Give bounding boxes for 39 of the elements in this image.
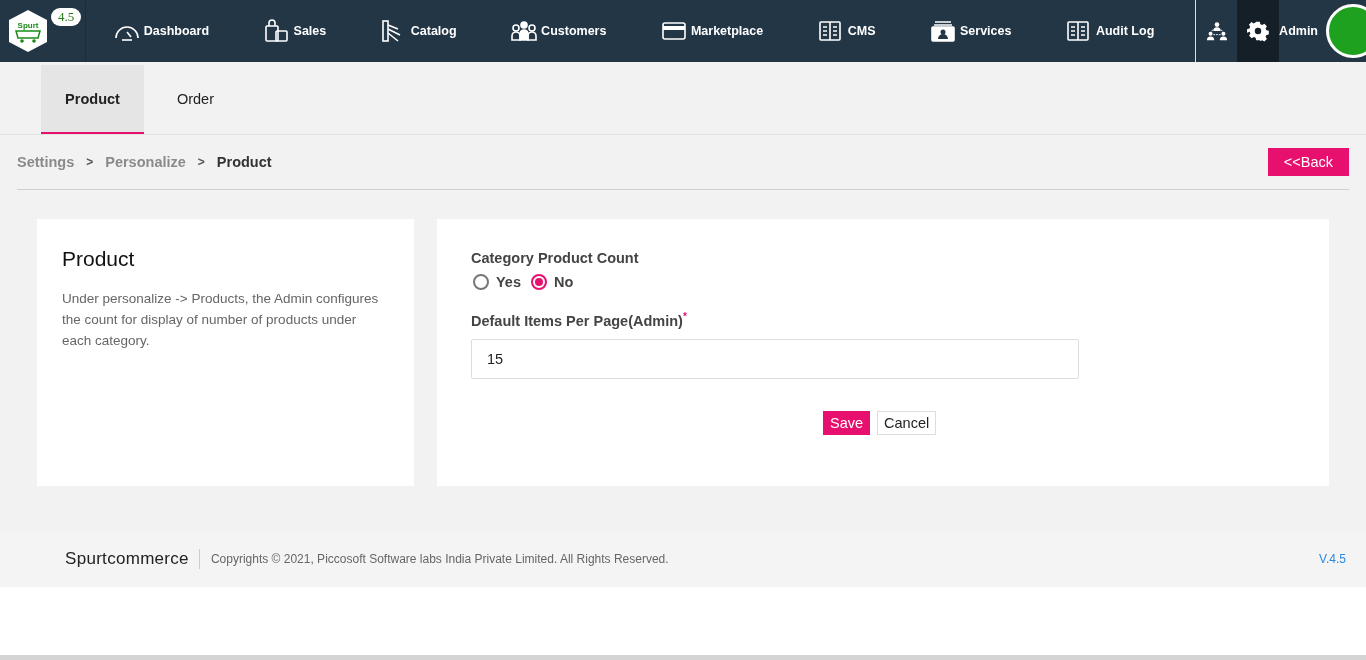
field-label: Default Items Per Page(Admin) bbox=[471, 312, 683, 329]
info-text: Under personalize -> Products, the Admin configures the count for display of number of products under each category. bbox=[62, 290, 380, 350]
save-button[interactable]: Save bbox=[823, 410, 871, 435]
horizontal-scrollbar[interactable] bbox=[0, 655, 1366, 660]
required-mark: * bbox=[682, 311, 687, 322]
tab[interactable]: Order bbox=[144, 65, 247, 134]
breadcrumb-item: Product bbox=[216, 154, 272, 170]
radio-icon[interactable] bbox=[531, 274, 547, 290]
people-icon bbox=[510, 19, 539, 43]
copyright-text: Copyrights © 2021, Piccosoft Software labs India Private Limited. All Rights Reserved. bbox=[210, 552, 669, 566]
breadcrumb-separator: > bbox=[86, 155, 94, 169]
footer-brand: Spurtcommerce bbox=[65, 549, 200, 569]
version-text: V.4.5 bbox=[1319, 552, 1346, 566]
breadcrumb-separator: > bbox=[197, 155, 205, 169]
info-title: Product bbox=[62, 247, 136, 271]
settings-button[interactable] bbox=[1237, 0, 1280, 62]
radio-option[interactable]: No bbox=[531, 274, 574, 290]
nav-link[interactable]: Dashboard bbox=[112, 19, 210, 43]
back-button[interactable]: <<Back bbox=[1267, 148, 1349, 176]
cancel-button[interactable]: Cancel bbox=[877, 410, 937, 435]
org-chart-icon bbox=[1205, 20, 1228, 42]
bag-icon bbox=[262, 19, 291, 43]
nav-link[interactable]: Customers bbox=[510, 19, 607, 43]
field-label: Category Product Count bbox=[471, 250, 640, 266]
nav-link[interactable]: Audit Log bbox=[1064, 19, 1155, 43]
nav-link[interactable]: Sales bbox=[262, 19, 327, 43]
nav-link[interactable]: Services bbox=[929, 19, 1012, 43]
cart-logo[interactable]: Spurt bbox=[8, 9, 48, 53]
radio-icon[interactable] bbox=[473, 274, 489, 290]
tab[interactable]: Product bbox=[41, 65, 144, 134]
settings-icon bbox=[1247, 20, 1270, 42]
nav-link[interactable]: Catalog bbox=[379, 19, 457, 43]
nav-link[interactable]: CMS bbox=[816, 19, 876, 43]
version-badge: 4.5 bbox=[51, 8, 82, 26]
items-per-page-field[interactable]: 15 bbox=[471, 338, 1079, 379]
avatar[interactable] bbox=[1326, 4, 1366, 58]
user-name[interactable]: Admin bbox=[1279, 24, 1318, 38]
radio-option[interactable]: Yes bbox=[473, 274, 521, 290]
nav-link[interactable]: Marketplace bbox=[659, 19, 764, 43]
